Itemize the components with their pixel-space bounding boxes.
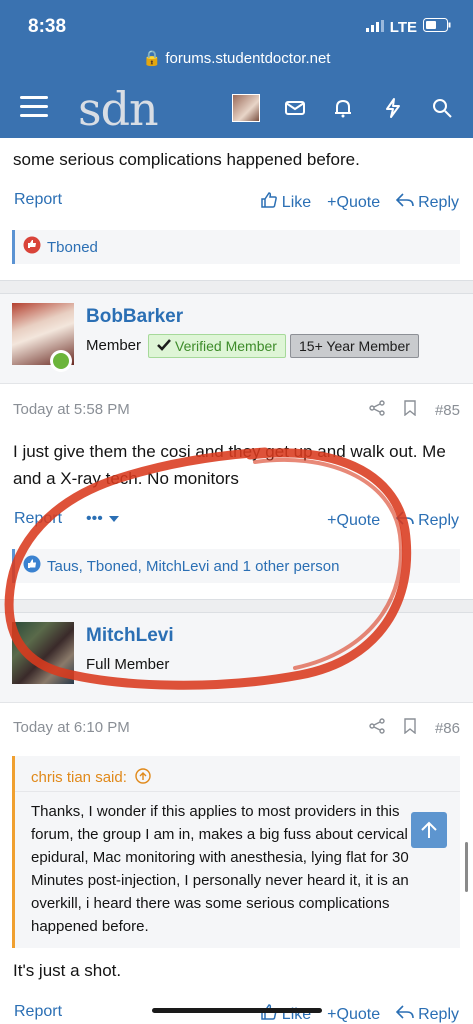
address-bar[interactable]: 🔒 forums.studentdoctor.net bbox=[0, 44, 473, 74]
like-label: Like bbox=[281, 193, 312, 211]
reply-button[interactable]: Reply bbox=[395, 510, 459, 531]
quote-button[interactable]: +Quote bbox=[327, 194, 380, 212]
reply-icon bbox=[395, 510, 414, 531]
reactions-bar-previous[interactable]: Tboned bbox=[12, 230, 460, 264]
username-bobbarker[interactable]: BobBarker bbox=[86, 306, 183, 328]
quote-text: Thanks, I wonder if this applies to most… bbox=[31, 803, 409, 935]
post-actions-previous: Report Like +Quote Reply bbox=[0, 186, 473, 216]
reply-button[interactable]: Reply bbox=[395, 1004, 459, 1024]
site-header: sdn bbox=[0, 74, 473, 138]
post-86-meta: Today at 6:10 PM #86 bbox=[0, 712, 473, 742]
hamburger-icon[interactable] bbox=[20, 96, 48, 118]
thumbs-up-icon bbox=[260, 1003, 278, 1024]
post-number[interactable]: #86 bbox=[435, 720, 460, 737]
chevron-down-icon bbox=[108, 510, 119, 528]
reply-icon bbox=[395, 1004, 414, 1024]
report-link[interactable]: Report bbox=[14, 510, 62, 528]
years-member-badge: 15+ Year Member bbox=[290, 334, 419, 358]
signal-icon bbox=[365, 19, 384, 36]
post-85-actions: Report ••• +Quote Reply bbox=[0, 505, 473, 535]
post-divider bbox=[0, 599, 473, 613]
quote-button[interactable]: +Quote bbox=[327, 512, 380, 530]
dislike-icon bbox=[23, 236, 41, 258]
share-icon[interactable] bbox=[369, 718, 385, 738]
username-mitchlevi[interactable]: MitchLevi bbox=[86, 625, 174, 647]
checkmark-icon bbox=[157, 338, 171, 354]
user-title: Member bbox=[86, 337, 142, 354]
bolt-icon[interactable] bbox=[381, 96, 405, 120]
more-options-button[interactable]: ••• bbox=[86, 510, 119, 528]
share-icon[interactable] bbox=[369, 400, 385, 420]
network-label: LTE bbox=[389, 18, 417, 36]
verified-label: Verified Member bbox=[175, 338, 277, 354]
bell-icon[interactable] bbox=[331, 96, 355, 120]
post-85-meta: Today at 5:58 PM #85 bbox=[0, 394, 473, 424]
bookmark-icon[interactable] bbox=[403, 400, 417, 420]
url-text: forums.studentdoctor.net bbox=[165, 50, 331, 67]
quote-button[interactable]: +Quote bbox=[327, 1006, 380, 1024]
post-86-text: It's just a shot. bbox=[13, 961, 122, 980]
battery-icon bbox=[423, 18, 451, 36]
post-85-user-block: BobBarker Member Verified Member 15+ Yea… bbox=[0, 294, 473, 384]
post-86-user-block: MitchLevi Full Member bbox=[0, 613, 473, 703]
reply-label: Reply bbox=[418, 511, 459, 529]
post-date[interactable]: Today at 5:58 PM bbox=[13, 401, 130, 418]
status-indicators: LTE bbox=[365, 18, 451, 36]
quote-author: chris tian said: bbox=[31, 769, 127, 786]
reactions-text: Taus, Tboned, MitchLevi and 1 other pers… bbox=[47, 557, 340, 575]
reply-label: Reply bbox=[418, 1005, 459, 1023]
reply-button[interactable]: Reply bbox=[395, 192, 459, 213]
reply-label: Reply bbox=[418, 193, 459, 211]
thread-content: some serious complications happened befo… bbox=[0, 138, 473, 1024]
post-date[interactable]: Today at 6:10 PM bbox=[13, 719, 130, 736]
like-button[interactable]: Like bbox=[260, 191, 311, 214]
reply-icon bbox=[395, 192, 414, 213]
post-text-previous: some serious complications happened befo… bbox=[13, 150, 360, 169]
reactions-text: Tboned bbox=[47, 238, 98, 256]
user-title: Full Member bbox=[86, 656, 170, 673]
lock-icon: 🔒 bbox=[142, 50, 162, 67]
post-number[interactable]: #85 bbox=[435, 402, 460, 419]
scroll-to-top-button[interactable] bbox=[411, 812, 447, 848]
bookmark-icon[interactable] bbox=[403, 718, 417, 738]
post-divider bbox=[0, 280, 473, 294]
quote-header[interactable]: chris tian said: bbox=[15, 756, 460, 792]
mail-icon[interactable] bbox=[283, 96, 307, 120]
mitchlevi-avatar[interactable] bbox=[12, 622, 74, 684]
thumbs-up-icon bbox=[260, 191, 278, 214]
user-badges-row: Member Verified Member 15+ Year Member bbox=[0, 334, 473, 360]
reactions-bar-85[interactable]: Taus, Tboned, MitchLevi and 1 other pers… bbox=[12, 549, 460, 583]
user-avatar-header[interactable] bbox=[232, 94, 260, 122]
status-bar: 8:38 LTE bbox=[0, 0, 473, 44]
arrow-up-icon bbox=[411, 821, 447, 852]
more-options-label: ••• bbox=[86, 510, 103, 527]
status-time: 8:38 bbox=[28, 16, 67, 37]
site-logo[interactable]: sdn bbox=[78, 82, 159, 136]
like-button[interactable]: Like bbox=[260, 1003, 311, 1024]
search-icon[interactable] bbox=[430, 96, 454, 120]
scrollbar-indicator[interactable] bbox=[465, 842, 468, 892]
report-link[interactable]: Report bbox=[14, 191, 62, 209]
quote-block: chris tian said: Thanks, I wonder if thi… bbox=[12, 756, 460, 948]
like-reaction-icon bbox=[23, 555, 41, 577]
post-85-text: I just give them the cosi and they get u… bbox=[13, 442, 446, 488]
verified-member-badge: Verified Member bbox=[148, 334, 286, 358]
home-indicator bbox=[152, 1008, 322, 1013]
arrow-up-circle-icon[interactable] bbox=[135, 767, 151, 788]
report-link[interactable]: Report bbox=[14, 1003, 62, 1021]
